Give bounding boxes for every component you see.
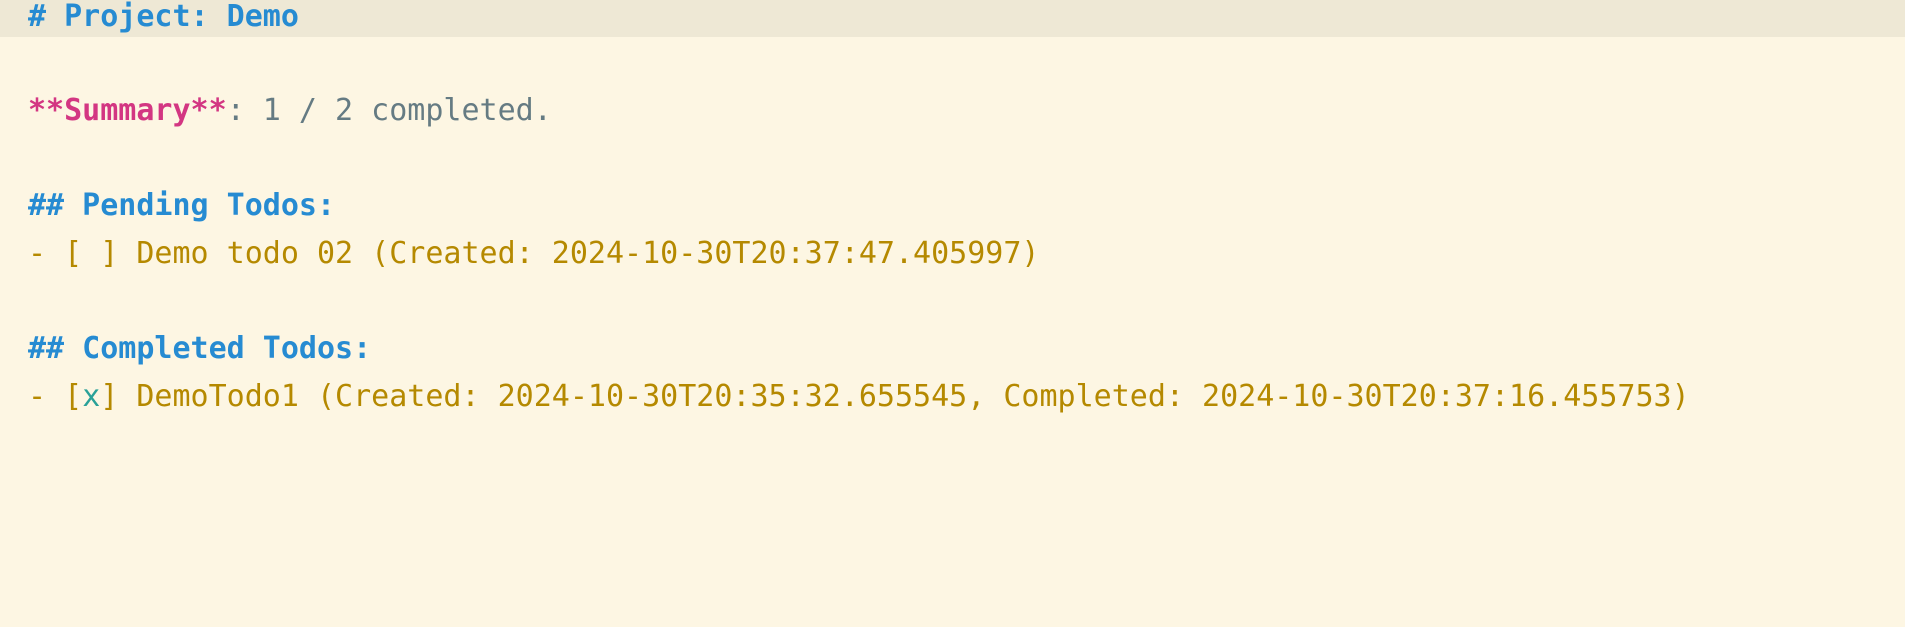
summary-value: : 1 / 2 completed. bbox=[226, 93, 552, 128]
editor-line-completed-item[interactable]: - [x] DemoTodo1 (Created: 2024-10-30T20:… bbox=[0, 377, 1905, 417]
editor-line-title[interactable]: # Project: Demo bbox=[0, 0, 1905, 37]
editor-line-pending-heading[interactable]: ## Pending Todos: bbox=[0, 186, 1905, 226]
pending-todo-text: ] Demo todo 02 (Created: 2024-10-30T20:3… bbox=[100, 236, 1040, 271]
pending-todo-prefix: - [ bbox=[28, 236, 83, 271]
completed-todos-heading: ## Completed Todos: bbox=[28, 331, 372, 366]
editor-line-pending-item[interactable]: - [ ] Demo todo 02 (Created: 2024-10-30T… bbox=[0, 234, 1905, 274]
completed-todo-item: - [x] DemoTodo1 (Created: 2024-10-30T20:… bbox=[28, 377, 1690, 417]
completed-todo-checkbox: x bbox=[82, 379, 101, 414]
pending-todo-checkbox bbox=[82, 236, 100, 271]
completed-todo-text: ] DemoTodo1 (Created: 2024-10-30T20:35:3… bbox=[100, 379, 1690, 414]
editor-line-completed-heading[interactable]: ## Completed Todos: bbox=[0, 329, 1905, 369]
editor-line-summary[interactable]: **Summary**: 1 / 2 completed. bbox=[0, 91, 1905, 131]
completed-todo-prefix: - [ bbox=[28, 379, 83, 414]
markdown-editor[interactable]: # Project: Demo **Summary**: 1 / 2 compl… bbox=[0, 0, 1905, 627]
project-title-heading: # Project: Demo bbox=[28, 0, 299, 34]
pending-todos-heading: ## Pending Todos: bbox=[28, 188, 336, 223]
summary-label: **Summary** bbox=[28, 93, 227, 128]
pending-todo-item: - [ ] Demo todo 02 (Created: 2024-10-30T… bbox=[28, 234, 1039, 274]
